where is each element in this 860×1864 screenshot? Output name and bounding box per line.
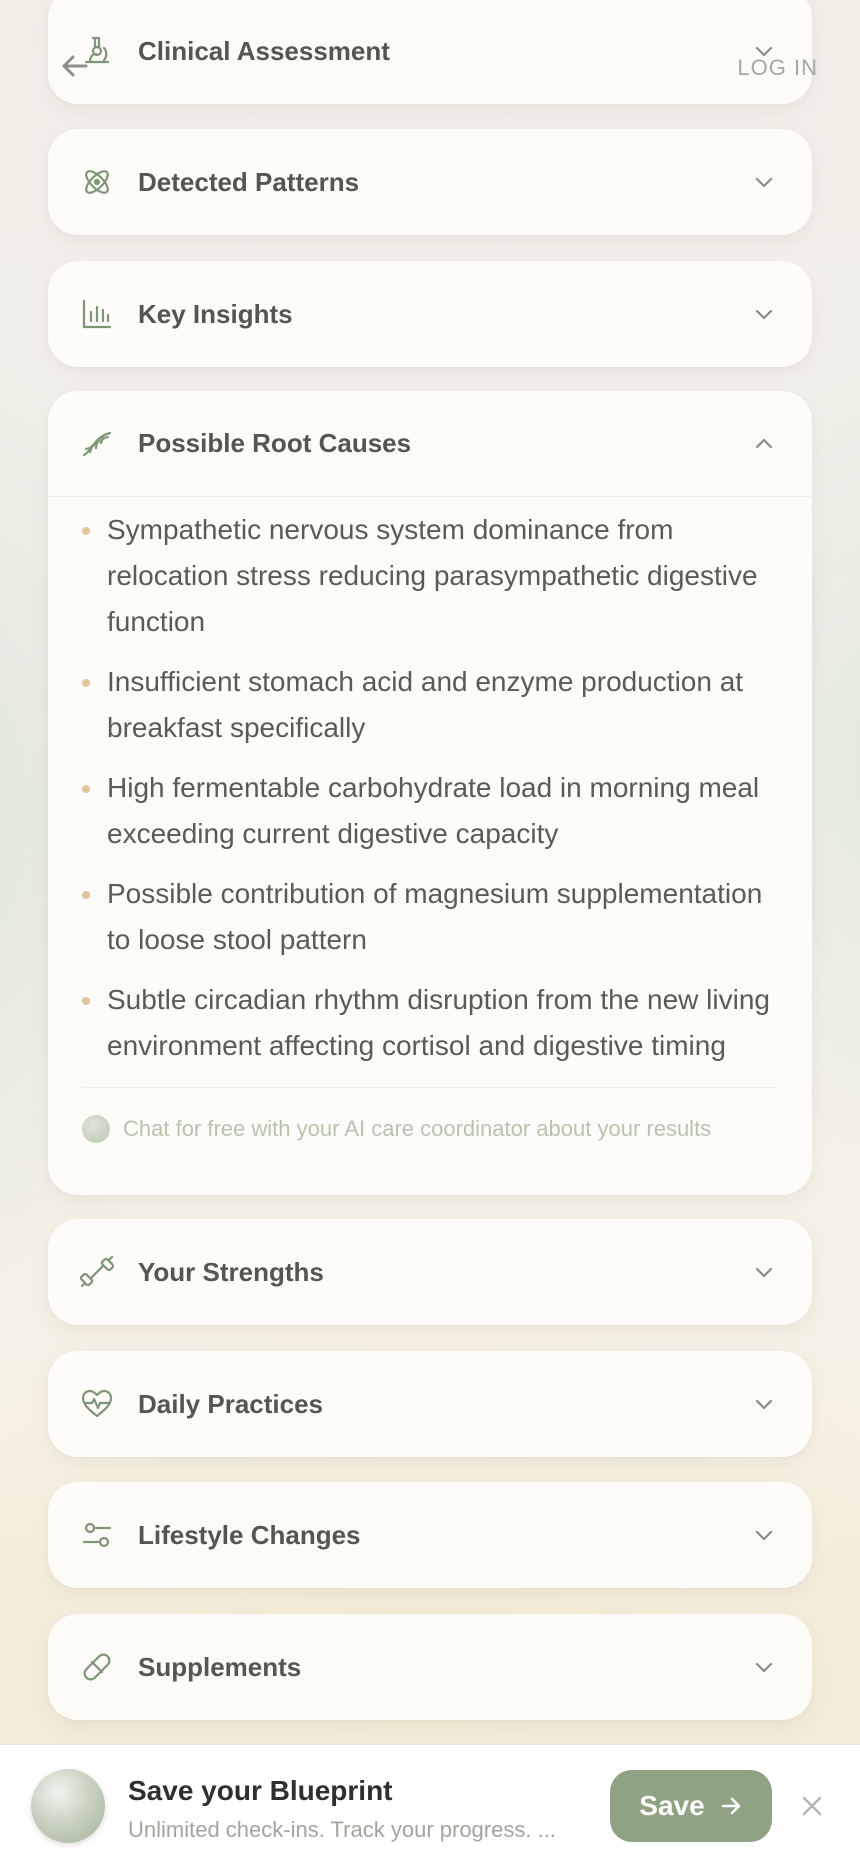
chevron-down-icon[interactable] [752, 302, 776, 326]
section-clinical-assessment[interactable]: Clinical Assessment [48, 0, 812, 104]
list-item: Subtle circadian rhythm disruption from … [82, 977, 778, 1069]
list-item: Sympathetic nervous system dominance fro… [82, 507, 778, 645]
bullet-dot [82, 527, 90, 535]
pill-icon [80, 1650, 114, 1684]
section-title: Supplements [138, 1651, 302, 1682]
save-button-label: Save [639, 1790, 705, 1821]
bullet-dot [82, 785, 90, 793]
section-title: Possible Root Causes [138, 428, 412, 458]
section-title: Key Insights [138, 298, 293, 329]
sliders-icon [80, 1518, 114, 1552]
arrow-left-icon [62, 55, 88, 77]
bullet-dot [82, 891, 90, 899]
list-item-text: Subtle circadian rhythm disruption from … [107, 984, 770, 1061]
section-title: Your Strengths [138, 1256, 324, 1287]
list-item-text: Possible contribution of magnesium suppl… [107, 878, 763, 955]
close-icon[interactable] [798, 1792, 826, 1820]
chat-prompt-text: Chat for free with your AI care coordina… [123, 1116, 712, 1141]
login-link[interactable]: LOG IN [737, 55, 818, 81]
section-your-strengths[interactable]: Your Strengths [48, 1219, 812, 1325]
bullet-dot [82, 997, 90, 1005]
section-key-insights[interactable]: Key Insights [48, 261, 812, 367]
list-item-text: High fermentable carbohydrate load in mo… [107, 772, 760, 849]
section-title: Lifestyle Changes [138, 1519, 361, 1550]
save-banner-title: Save your Blueprint [128, 1775, 393, 1806]
arrow-right-icon [721, 1797, 741, 1815]
dumbbell-icon [80, 1255, 114, 1289]
blueprint-orb [31, 1769, 105, 1843]
save-banner-subtitle: Unlimited check-ins. Track your progress… [128, 1817, 556, 1842]
chevron-up-icon[interactable] [752, 432, 776, 456]
ai-coordinator-avatar [82, 1115, 110, 1143]
section-supplements[interactable]: Supplements [48, 1614, 812, 1720]
chevron-down-icon[interactable] [752, 1655, 776, 1679]
atom-icon [80, 165, 114, 199]
section-detected-patterns[interactable]: Detected Patterns [48, 129, 812, 235]
heart-pulse-icon [80, 1387, 114, 1421]
section-daily-practices[interactable]: Daily Practices [48, 1351, 812, 1457]
save-blueprint-banner: Save your Blueprint Unlimited check-ins.… [0, 1744, 860, 1864]
section-title: Clinical Assessment [138, 35, 390, 66]
chat-prompt-link[interactable]: Chat for free with your AI care coordina… [82, 1088, 778, 1170]
section-header[interactable]: Possible Root Causes [48, 391, 812, 497]
back-button[interactable] [56, 46, 96, 86]
section-title: Daily Practices [138, 1388, 324, 1419]
root-causes-list: Sympathetic nervous system dominance fro… [82, 507, 778, 1069]
chevron-down-icon[interactable] [752, 170, 776, 194]
section-possible-root-causes: Possible Root Causes Sympathetic nervous… [48, 391, 812, 1195]
chevron-down-icon[interactable] [752, 1523, 776, 1547]
list-item: High fermentable carbohydrate load in mo… [82, 765, 778, 857]
dna-icon [80, 427, 114, 461]
list-item: Insufficient stomach acid and enzyme pro… [82, 659, 778, 751]
section-title: Detected Patterns [138, 166, 360, 197]
bullet-dot [82, 679, 90, 687]
list-item: Possible contribution of magnesium suppl… [82, 871, 778, 963]
bar-chart-icon [80, 297, 114, 331]
chevron-down-icon[interactable] [752, 1392, 776, 1416]
section-body: Sympathetic nervous system dominance fro… [48, 497, 812, 1170]
section-lifestyle-changes[interactable]: Lifestyle Changes [48, 1482, 812, 1588]
list-item-text: Insufficient stomach acid and enzyme pro… [107, 666, 744, 743]
save-button[interactable]: Save [610, 1770, 772, 1842]
chevron-down-icon[interactable] [752, 1260, 776, 1284]
list-item-text: Sympathetic nervous system dominance fro… [107, 514, 758, 637]
